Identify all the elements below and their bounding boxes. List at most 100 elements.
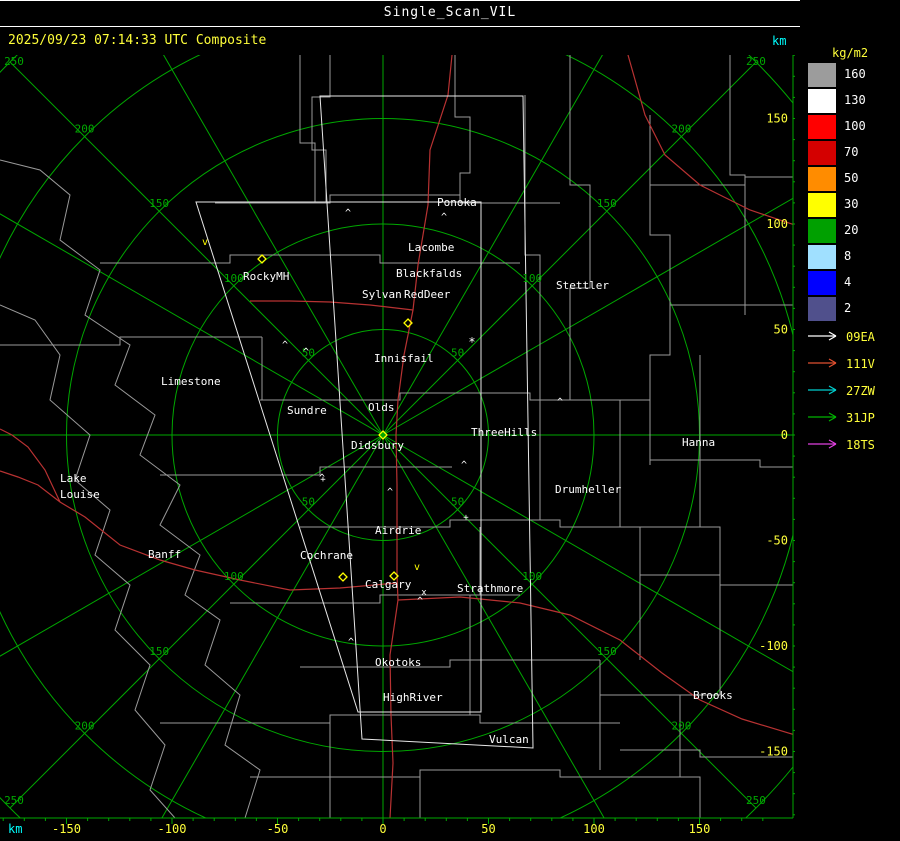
- city-label: Stettler: [556, 279, 609, 292]
- city-label: Limestone: [161, 375, 221, 388]
- range-ring-label: 200: [671, 123, 691, 136]
- bottom-axis-label: 0: [379, 822, 386, 836]
- city-label: Drumheller: [555, 483, 622, 496]
- right-axis-label: 50: [774, 323, 788, 337]
- station-id: 111V: [846, 357, 875, 371]
- right-axis-label: -100: [759, 639, 788, 653]
- legend-value: 8: [844, 249, 852, 263]
- city-label: Hanna: [682, 436, 715, 449]
- station-id: 31JP: [846, 411, 875, 425]
- radial-spoke: [382, 434, 793, 673]
- radar-app-window: Single_Scan_VIL 2025/09/23 07:14:33 UTC …: [0, 0, 900, 841]
- range-ring-label: 150: [149, 645, 169, 658]
- county-boundary: [0, 336, 262, 346]
- station-id: 09EA: [846, 330, 875, 344]
- range-ring-label: 250: [746, 794, 766, 807]
- range-ring-label: 150: [597, 197, 617, 210]
- city-label: Lake: [60, 472, 87, 485]
- city-label: Calgary: [365, 578, 412, 591]
- legend-color-swatch: [808, 245, 836, 269]
- range-ring-label: 100: [522, 272, 542, 285]
- county-boundary: [100, 254, 520, 264]
- right-axis-unit: km: [772, 34, 787, 48]
- legend-color-swatch: [808, 89, 836, 113]
- station-arrow-icon: [808, 331, 837, 341]
- city-label: Olds: [368, 401, 395, 414]
- county-boundary: [0, 304, 176, 818]
- city-label: Airdrie: [375, 524, 421, 537]
- town-marker: v: [202, 237, 208, 248]
- radial-spoke: [163, 55, 384, 436]
- legend-color-swatch: [808, 63, 836, 87]
- radar-station-list: 09EA 111V 27ZW 31JP 18TS: [806, 326, 900, 461]
- city-label: RockyMH: [243, 270, 289, 283]
- city-label: Innisfail: [374, 352, 434, 365]
- town-marker: ^: [461, 460, 467, 471]
- legend-panel: kg/m2 160 130 100 70 50 30 20 8 4 2 09EA 111V 27ZW 3…: [800, 0, 900, 841]
- city-label: Strathmore: [457, 582, 523, 595]
- scan-timestamp: 2025/09/23 07:14:33 UTC Composite: [8, 33, 267, 48]
- city-label: Ponoka: [437, 196, 477, 209]
- range-ring-label: 50: [451, 346, 464, 359]
- station-id: 18TS: [846, 438, 875, 452]
- station-id: 27ZW: [846, 384, 875, 398]
- range-ring-label: 200: [75, 719, 95, 732]
- legend-entry: 130: [808, 88, 900, 114]
- radar-station-entry: 111V: [806, 353, 900, 380]
- bottom-axis-label: 50: [481, 822, 495, 836]
- city-diamond-marker: [338, 572, 348, 582]
- station-arrow-icon: [808, 385, 837, 395]
- town-marker: *: [468, 335, 475, 349]
- legend-value: 130: [844, 93, 866, 107]
- county-boundary: [250, 769, 680, 778]
- range-ring-label: 150: [597, 645, 617, 658]
- town-marker: ^: [282, 340, 288, 351]
- legend-value: 4: [844, 275, 852, 289]
- range-ring-label: 100: [224, 570, 244, 583]
- city-label: Banff: [148, 548, 181, 561]
- legend-value: 100: [844, 119, 866, 133]
- range-ring-label: 250: [4, 794, 24, 807]
- legend-value: 20: [844, 223, 859, 237]
- title-bar: Single_Scan_VIL: [0, 0, 900, 27]
- legend-entry: 30: [808, 192, 900, 218]
- station-arrow-icon: [808, 412, 837, 422]
- radar-station-entry: 31JP: [806, 407, 900, 434]
- county-boundary: [0, 159, 261, 818]
- legend-color-swatch: [808, 115, 836, 139]
- range-ring-label: 50: [302, 496, 315, 509]
- county-boundary: [160, 714, 620, 724]
- window-title: Single_Scan_VIL: [383, 5, 517, 20]
- town-marker: +: [320, 475, 326, 485]
- radar-station-entry: 18TS: [806, 434, 900, 461]
- county-boundary: [619, 400, 641, 660]
- radar-map: 50 50 50 50 100 100 100 100 150 150 150 150 200 200 20…: [0, 55, 795, 841]
- color-scale: 160 130 100 70 50 30 20 8 4 2: [808, 62, 900, 322]
- city-label: Sylvan: [362, 288, 402, 301]
- station-arrow-icon: [808, 439, 837, 449]
- right-axis-label: 100: [766, 217, 788, 231]
- county-boundary: [300, 659, 600, 668]
- legend-color-swatch: [808, 167, 836, 191]
- town-marker: ^: [441, 212, 447, 223]
- city-label: Didsbury: [351, 439, 404, 452]
- town-marker: +: [463, 513, 469, 523]
- legend-color-swatch: [808, 219, 836, 243]
- legend-entry: 8: [808, 244, 900, 270]
- county-boundary: [260, 392, 650, 401]
- bottom-axis-label: 150: [689, 822, 711, 836]
- city-label: Vulcan: [489, 733, 529, 746]
- bottom-axis-label: -150: [52, 822, 81, 836]
- town-marker: ^: [303, 347, 309, 358]
- range-ring-label: 100: [522, 570, 542, 583]
- town-marker: ^: [345, 208, 351, 219]
- right-axis-label: -50: [766, 534, 788, 548]
- town-marker: x: [421, 588, 427, 598]
- radar-station-entry: 09EA: [806, 326, 900, 353]
- legend-value: 30: [844, 197, 859, 211]
- legend-entry: 20: [808, 218, 900, 244]
- station-arrow-icon: [808, 358, 837, 368]
- highway-line: [627, 55, 793, 225]
- county-boundary: [679, 695, 701, 818]
- city-label: Louise: [60, 488, 100, 501]
